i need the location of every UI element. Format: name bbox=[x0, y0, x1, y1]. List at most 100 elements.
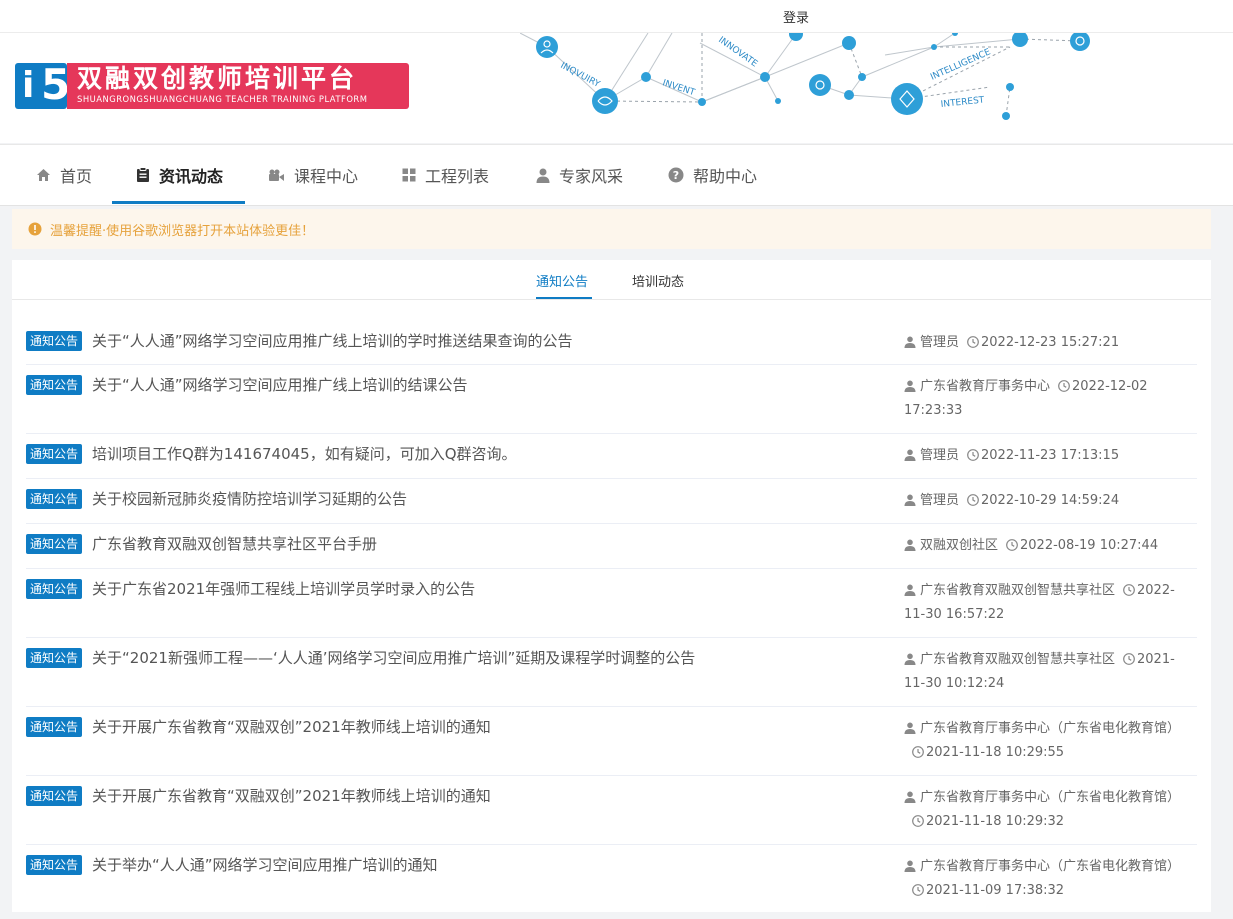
announcement-meta: 管理员 2022-10-29 14:59:24 bbox=[904, 489, 1196, 513]
clock-icon bbox=[912, 815, 924, 827]
announcement-author: 广东省教育厅事务中心（广东省电化教育馆） bbox=[920, 721, 1181, 736]
user-icon bbox=[904, 791, 916, 803]
warning-icon bbox=[28, 222, 42, 236]
announcement-row[interactable]: 通知公告 关于广东省2021年强师工程线上培训学员学时录入的公告 广东省教育双融双创… bbox=[26, 568, 1197, 638]
notice-badge: 通知公告 bbox=[26, 534, 83, 554]
site-logo[interactable]: i 5 双融双创教师培训平台 SHUANGRONGSHUANGCHUANG TE… bbox=[15, 62, 409, 109]
clock-icon bbox=[967, 494, 979, 506]
question-icon: ? bbox=[668, 167, 684, 183]
announcement-row[interactable]: 通知公告 关于校园新冠肺炎疫情防控培训学习延期的公告 管理员 2022-10-29 1… bbox=[26, 478, 1197, 524]
announcement-row[interactable]: 通知公告 关于“人人通”网络学习空间应用推广线上培训的学时推送结果查询的公告 管理员… bbox=[26, 320, 1197, 365]
announcement-date: 2021-11-18 10:29:32 bbox=[926, 814, 1065, 829]
nav-label: 资讯动态 bbox=[159, 167, 224, 186]
notice-badge: 通知公告 bbox=[26, 579, 83, 599]
announcement-title[interactable]: 关于开展广东省教育“双融双创”2021年教师线上培训的通知 bbox=[92, 785, 491, 807]
announcement-row[interactable]: 通知公告 关于开展广东省教育“双融双创”2021年教师线上培训的通知 广东省教育厅事… bbox=[26, 775, 1197, 845]
clipboard-icon bbox=[137, 167, 149, 182]
banner-word: INTEREST bbox=[940, 95, 985, 110]
user-icon bbox=[904, 860, 916, 872]
announcement-row[interactable]: 通知公告 关于“2021新强师工程——‘人人通’网络学习空间应用推广培训”延期及课… bbox=[26, 637, 1197, 707]
notice-badge: 通知公告 bbox=[26, 648, 83, 668]
clock-icon bbox=[967, 449, 979, 461]
announcement-meta: 广东省教育双融双创智慧共享社区 2022-11-30 16:57:22 bbox=[904, 579, 1196, 627]
announcement-author: 广东省教育双融双创智慧共享社区 bbox=[920, 652, 1116, 667]
nav-label: 课程中心 bbox=[294, 167, 359, 186]
banner-word: INQVUIRY bbox=[559, 61, 602, 90]
nav-item-home[interactable]: 首页 bbox=[36, 145, 92, 205]
announcement-date: 2022-11-23 17:13:15 bbox=[981, 448, 1120, 463]
logo-mark: i 5 bbox=[15, 62, 70, 109]
browser-notice: 温馨提醒·使用谷歌浏览器打开本站体验更佳！ bbox=[12, 209, 1211, 249]
notice-badge: 通知公告 bbox=[26, 331, 83, 351]
announcement-date: 2022-12-23 15:27:21 bbox=[981, 335, 1120, 350]
banner-word: INVENT bbox=[661, 78, 696, 98]
announcement-row[interactable]: 通知公告 关于举办“人人通”网络学习空间应用推广培训的通知 广东省教育厅事务中心（广… bbox=[26, 844, 1197, 912]
nav-active-indicator bbox=[112, 201, 245, 204]
announcement-author: 管理员 bbox=[920, 335, 960, 350]
site-header: i 5 双融双创教师培训平台 SHUANGRONGSHUANGCHUANG TE… bbox=[0, 33, 1233, 143]
announcement-title[interactable]: 关于广东省2021年强师工程线上培训学员学时录入的公告 bbox=[92, 578, 475, 600]
clock-icon bbox=[1058, 380, 1070, 392]
announcement-date: 2021-11-18 10:29:55 bbox=[926, 745, 1065, 760]
announcement-date: 2021-11-09 17:38:32 bbox=[926, 883, 1065, 898]
login-link[interactable]: 登录 bbox=[783, 7, 809, 26]
top-bar: 登录 bbox=[0, 0, 1233, 33]
announcement-meta: 管理员 2022-12-23 15:27:21 bbox=[904, 331, 1196, 355]
announcement-title[interactable]: 关于举办“人人通”网络学习空间应用推广培训的通知 bbox=[92, 854, 438, 876]
user-icon bbox=[904, 653, 916, 665]
tab-notices[interactable]: 通知公告 bbox=[536, 271, 588, 290]
clock-icon bbox=[1123, 653, 1135, 665]
announcement-row[interactable]: 通知公告 广东省教育双融双创智慧共享社区平台手册 双融双创社区 2022-08-19 … bbox=[26, 523, 1197, 569]
nav-item-projects[interactable]: 工程列表 bbox=[402, 145, 489, 205]
video-camera-icon bbox=[269, 169, 284, 181]
announcement-row[interactable]: 通知公告 关于开展广东省教育“双融双创”2021年教师线上培训的通知 广东省教育厅事… bbox=[26, 706, 1197, 776]
announcement-meta: 广东省教育厅事务中心（广东省电化教育馆） 2021-11-18 10:29:55 bbox=[904, 717, 1196, 765]
user-icon bbox=[904, 449, 916, 461]
nav-item-experts[interactable]: 专家风采 bbox=[536, 145, 623, 205]
announcement-title[interactable]: 关于校园新冠肺炎疫情防控培训学习延期的公告 bbox=[92, 488, 407, 510]
clock-icon bbox=[1006, 539, 1018, 551]
announcement-title[interactable]: 培训项目工作Q群为141674045，如有疑问，可加入Q群咨询。 bbox=[92, 443, 517, 465]
announcement-row[interactable]: 通知公告 培训项目工作Q群为141674045，如有疑问，可加入Q群咨询。 管理员 2… bbox=[26, 433, 1197, 479]
announcement-meta: 广东省教育双融双创智慧共享社区 2021-11-30 10:12:24 bbox=[904, 648, 1196, 696]
announcement-title[interactable]: 关于“人人通”网络学习空间应用推广线上培训的学时推送结果查询的公告 bbox=[92, 330, 573, 352]
nav-item-help[interactable]: ? 帮助中心 bbox=[668, 145, 757, 205]
announcement-meta: 管理员 2022-11-23 17:13:15 bbox=[904, 444, 1196, 468]
main-nav: 首页 资讯动态 课程中心 工程列表 专家风采 ? 帮助中心 bbox=[0, 144, 1233, 206]
tab-training-news[interactable]: 培训动态 bbox=[632, 271, 684, 290]
content-panel: 通知公告 培训动态 通知公告 关于“人人通”网络学习空间应用推广线上培训的学时推送… bbox=[12, 260, 1211, 912]
announcement-title[interactable]: 关于开展广东省教育“双融双创”2021年教师线上培训的通知 bbox=[92, 716, 491, 738]
announcement-meta: 广东省教育厅事务中心 2022-12-02 17:23:33 bbox=[904, 375, 1196, 423]
banner-word: INTELLIGENCE bbox=[929, 47, 992, 83]
clock-icon bbox=[912, 884, 924, 896]
nav-label: 工程列表 bbox=[425, 167, 490, 186]
notice-badge: 通知公告 bbox=[26, 375, 83, 395]
notice-badge: 通知公告 bbox=[26, 786, 83, 806]
notice-badge: 通知公告 bbox=[26, 855, 83, 875]
announcement-meta: 广东省教育厅事务中心（广东省电化教育馆） 2021-11-18 10:29:32 bbox=[904, 786, 1196, 834]
announcement-author: 管理员 bbox=[920, 448, 960, 463]
user-icon bbox=[904, 539, 916, 551]
announcement-title[interactable]: 关于“人人通”网络学习空间应用推广线上培训的结课公告 bbox=[92, 374, 468, 396]
nav-label: 帮助中心 bbox=[693, 167, 758, 186]
announcement-row[interactable]: 通知公告 关于“人人通”网络学习空间应用推广线上培训的结课公告 广东省教育厅事务中心… bbox=[26, 364, 1197, 434]
clock-icon bbox=[912, 746, 924, 758]
nav-item-news[interactable]: 资讯动态 bbox=[136, 145, 223, 205]
banner-word: INNOVATE bbox=[716, 35, 759, 69]
announcement-author: 广东省教育厅事务中心 bbox=[920, 379, 1051, 394]
grid-icon bbox=[402, 168, 416, 182]
user-icon bbox=[904, 380, 916, 392]
notice-badge: 通知公告 bbox=[26, 489, 83, 509]
announcement-title[interactable]: 关于“2021新强师工程——‘人人通’网络学习空间应用推广培训”延期及课程学时调… bbox=[92, 647, 695, 669]
notice-badge: 通知公告 bbox=[26, 717, 83, 737]
announcement-author: 广东省教育厅事务中心（广东省电化教育馆） bbox=[920, 859, 1181, 874]
clock-icon bbox=[967, 336, 979, 348]
logo-title-cn: 双融双创教师培训平台 bbox=[77, 64, 358, 93]
nav-item-courses[interactable]: 课程中心 bbox=[268, 145, 358, 205]
announcement-author: 双融双创社区 bbox=[920, 538, 999, 553]
announcement-date: 2022-10-29 14:59:24 bbox=[981, 493, 1120, 508]
user-icon bbox=[904, 722, 916, 734]
svg-text:?: ? bbox=[673, 169, 679, 182]
banner-network-graphic: INQVUIRY INVENT INNOVATE INTELLIGENCE IN… bbox=[520, 33, 1090, 120]
announcement-title[interactable]: 广东省教育双融双创智慧共享社区平台手册 bbox=[92, 533, 377, 555]
